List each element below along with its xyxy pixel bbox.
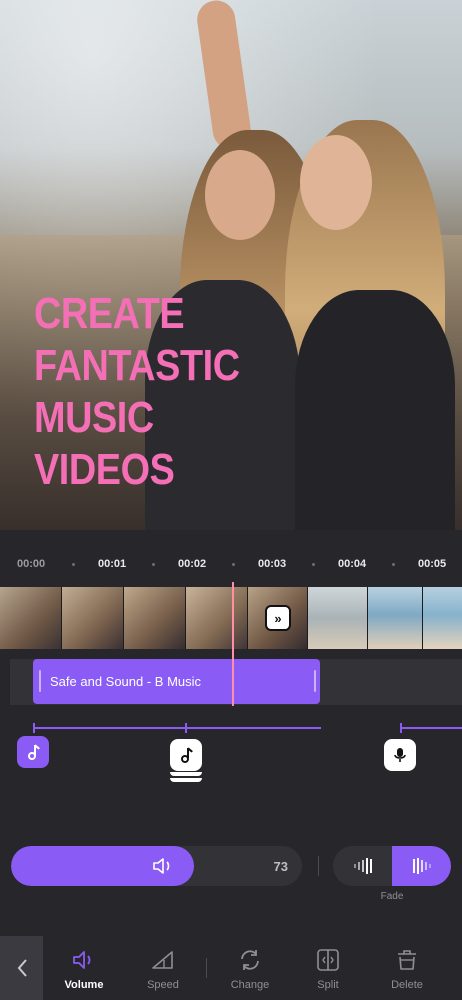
divider xyxy=(206,958,207,978)
tool-label: Delete xyxy=(391,979,423,991)
music-track-title: Safe and Sound - B Music xyxy=(50,674,202,689)
timeline-tick: 00:03 xyxy=(258,558,287,570)
music-note-icon xyxy=(181,747,193,763)
video-frame-thumbnail xyxy=(368,587,423,649)
video-preview[interactable]: CREATE FANTASTIC MUSIC VIDEOS xyxy=(0,0,462,530)
timeline-tick: 00:04 xyxy=(338,558,367,570)
timeline-dot xyxy=(152,563,155,566)
headline-line: MUSIC xyxy=(34,393,154,442)
preview-person-right-face xyxy=(300,135,372,230)
tool-split[interactable]: Split xyxy=(298,936,358,1000)
fade-out-icon xyxy=(353,858,372,874)
promo-headline: CREATE FANTASTIC MUSIC VIDEOS xyxy=(34,288,240,496)
timeline-ruler[interactable]: 00:00 00:01 00:02 00:03 00:04 00:05 xyxy=(0,530,462,586)
sound-stack-marker[interactable] xyxy=(170,739,202,771)
sound-lane-segment xyxy=(185,727,321,729)
speed-icon xyxy=(152,951,173,969)
fade-label: Fade xyxy=(380,891,404,902)
voice-marker[interactable] xyxy=(384,739,416,771)
refresh-icon xyxy=(241,950,259,970)
tool-label: Volume xyxy=(64,979,104,991)
fade-in-icon xyxy=(412,858,431,874)
timeline-dot xyxy=(312,563,315,566)
voice-lane-segment xyxy=(400,727,462,729)
headline-line: CREATE xyxy=(34,289,185,338)
tool-delete[interactable]: Delete xyxy=(377,936,437,1000)
video-frame-thumbnail xyxy=(124,587,186,649)
tool-label: Change xyxy=(230,979,270,991)
volume-slider[interactable]: 73 xyxy=(11,846,302,886)
video-frame-thumbnail xyxy=(62,587,124,649)
divider xyxy=(318,856,319,876)
preview-person-left-face xyxy=(205,150,275,240)
tool-volume[interactable]: Volume xyxy=(54,936,114,1000)
microphone-icon xyxy=(394,748,406,762)
timeline-tick: 00:01 xyxy=(98,558,127,570)
tool-label: Speed xyxy=(147,979,179,991)
speaker-icon xyxy=(73,951,91,969)
video-frame-thumbnail xyxy=(0,587,62,649)
back-button[interactable] xyxy=(0,936,43,1000)
timeline-tick: 00:00 xyxy=(17,558,46,570)
stacked-layers xyxy=(170,770,202,782)
timeline-dot xyxy=(392,563,395,566)
video-filmstrip[interactable] xyxy=(0,587,462,649)
split-icon xyxy=(317,949,339,971)
bottom-toolbar: Volume Speed Change Split Delete xyxy=(0,936,462,1000)
speaker-icon xyxy=(153,858,170,874)
track-left-handle[interactable] xyxy=(39,670,41,692)
tool-label: Split xyxy=(317,979,339,991)
headline-line: VIDEOS xyxy=(34,445,175,494)
chevron-left-icon xyxy=(17,959,27,977)
track-right-handle[interactable] xyxy=(314,670,316,692)
video-frame-thumbnail xyxy=(308,587,368,649)
volume-value: 73 xyxy=(273,859,288,874)
music-track-clip[interactable]: Safe and Sound - B Music xyxy=(33,659,320,704)
timeline-dot xyxy=(72,563,75,566)
trash-icon xyxy=(398,950,416,970)
timeline-tick: 00:02 xyxy=(178,558,207,570)
video-frame-thumbnail xyxy=(423,587,462,649)
headline-line: FANTASTIC xyxy=(34,341,240,390)
double-chevron-right-icon: » xyxy=(274,610,282,626)
playhead[interactable] xyxy=(232,582,234,706)
tool-speed[interactable]: Speed xyxy=(133,936,193,1000)
fade-toggle[interactable] xyxy=(333,846,451,886)
video-frame-thumbnail xyxy=(186,587,248,649)
music-marker[interactable] xyxy=(17,736,49,768)
preview-person-right-shirt xyxy=(295,290,455,530)
timeline-dot xyxy=(232,563,235,566)
music-note-icon xyxy=(28,744,40,760)
music-lane-segment xyxy=(33,727,185,729)
fade-out-button[interactable] xyxy=(333,846,392,886)
timeline-tick: 00:05 xyxy=(418,558,447,570)
fade-in-button[interactable] xyxy=(392,846,451,886)
tool-change[interactable]: Change xyxy=(220,936,280,1000)
transition-button[interactable]: » xyxy=(265,605,291,631)
